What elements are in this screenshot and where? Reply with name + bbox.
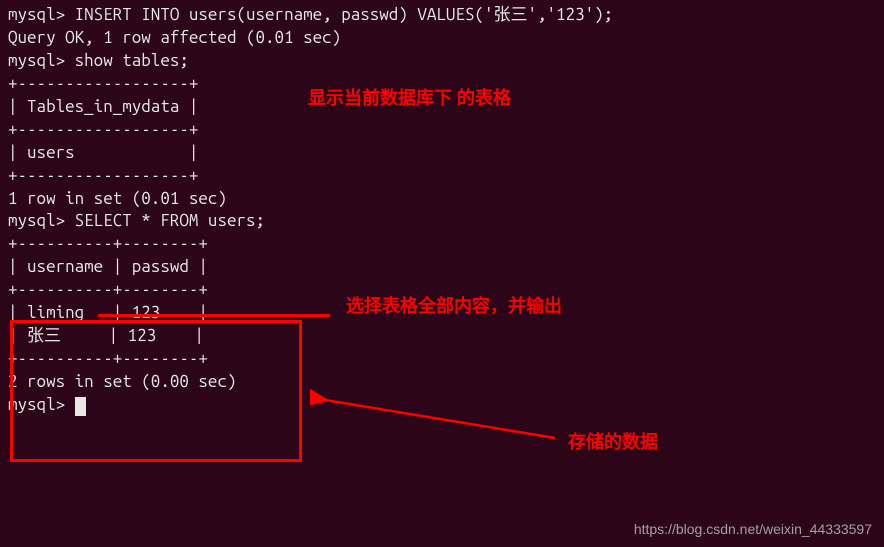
table-header: | username | passwd | (8, 256, 876, 279)
table-row: | users | (8, 142, 876, 165)
annotation-stored-data: 存储的数据 (568, 430, 658, 454)
table-border: +------------------+ (8, 165, 876, 188)
annotation-select-all: 选择表格全部内容，并输出 (346, 294, 562, 318)
table-border: +----------+--------+ (8, 233, 876, 256)
underline-highlight (98, 314, 330, 317)
sql-select-command: mysql> SELECT * FROM users; (8, 210, 876, 233)
sql-show-tables: mysql> show tables; (8, 50, 876, 73)
highlight-box (10, 320, 302, 462)
table-border: +------------------+ (8, 119, 876, 142)
annotation-show-tables: 显示当前数据库下 的表格 (308, 86, 511, 110)
watermark-text: https://blog.csdn.net/weixin_44333597 (634, 520, 872, 539)
arrow-icon (310, 388, 560, 448)
query-result: Query OK, 1 row affected (0.01 sec) (8, 27, 876, 50)
row-count: 1 row in set (0.01 sec) (8, 188, 876, 211)
sql-insert-command: mysql> INSERT INTO users(username, passw… (8, 4, 876, 27)
